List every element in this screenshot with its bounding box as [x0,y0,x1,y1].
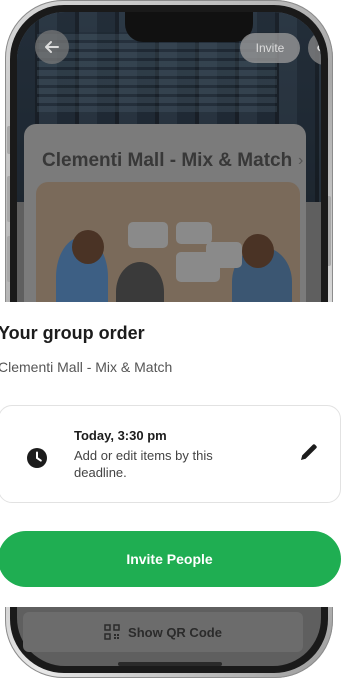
show-qr-code-button[interactable]: Show QR Code [23,612,303,652]
back-button[interactable] [35,30,69,64]
show-qr-code-label: Show QR Code [128,624,222,640]
clock-icon [27,448,47,468]
header-invite-button[interactable]: Invite [240,33,300,63]
group-order-illustration [36,182,300,312]
group-order-sheet: Your group order Clementi Mall - Mix & M… [0,302,341,607]
pencil-icon[interactable] [298,441,320,463]
sheet-title: Your group order [0,323,145,343]
deadline-card: Today, 3:30 pm Add or edit items by this… [0,405,341,503]
deadline-description: Add or edit items by this deadline. [74,448,213,480]
store-card-title: Clementi Mall - Mix & Match [42,150,293,171]
person-head [242,234,274,268]
chat-bubble [206,242,242,268]
chat-bubble [128,222,168,248]
invite-people-button[interactable]: Invite People [0,531,341,587]
qr-code-icon [104,624,120,640]
deadline-time: Today, 3:30 pm [74,428,167,443]
chevron-right-icon: › [298,152,304,169]
person-head [72,230,104,264]
arrow-left-icon [45,41,59,53]
chat-bubble [176,222,212,244]
sheet-subtitle: Clementi Mall - Mix & Match [0,359,173,375]
home-indicator [118,662,222,666]
notch [125,12,253,42]
share-icon [317,44,321,52]
